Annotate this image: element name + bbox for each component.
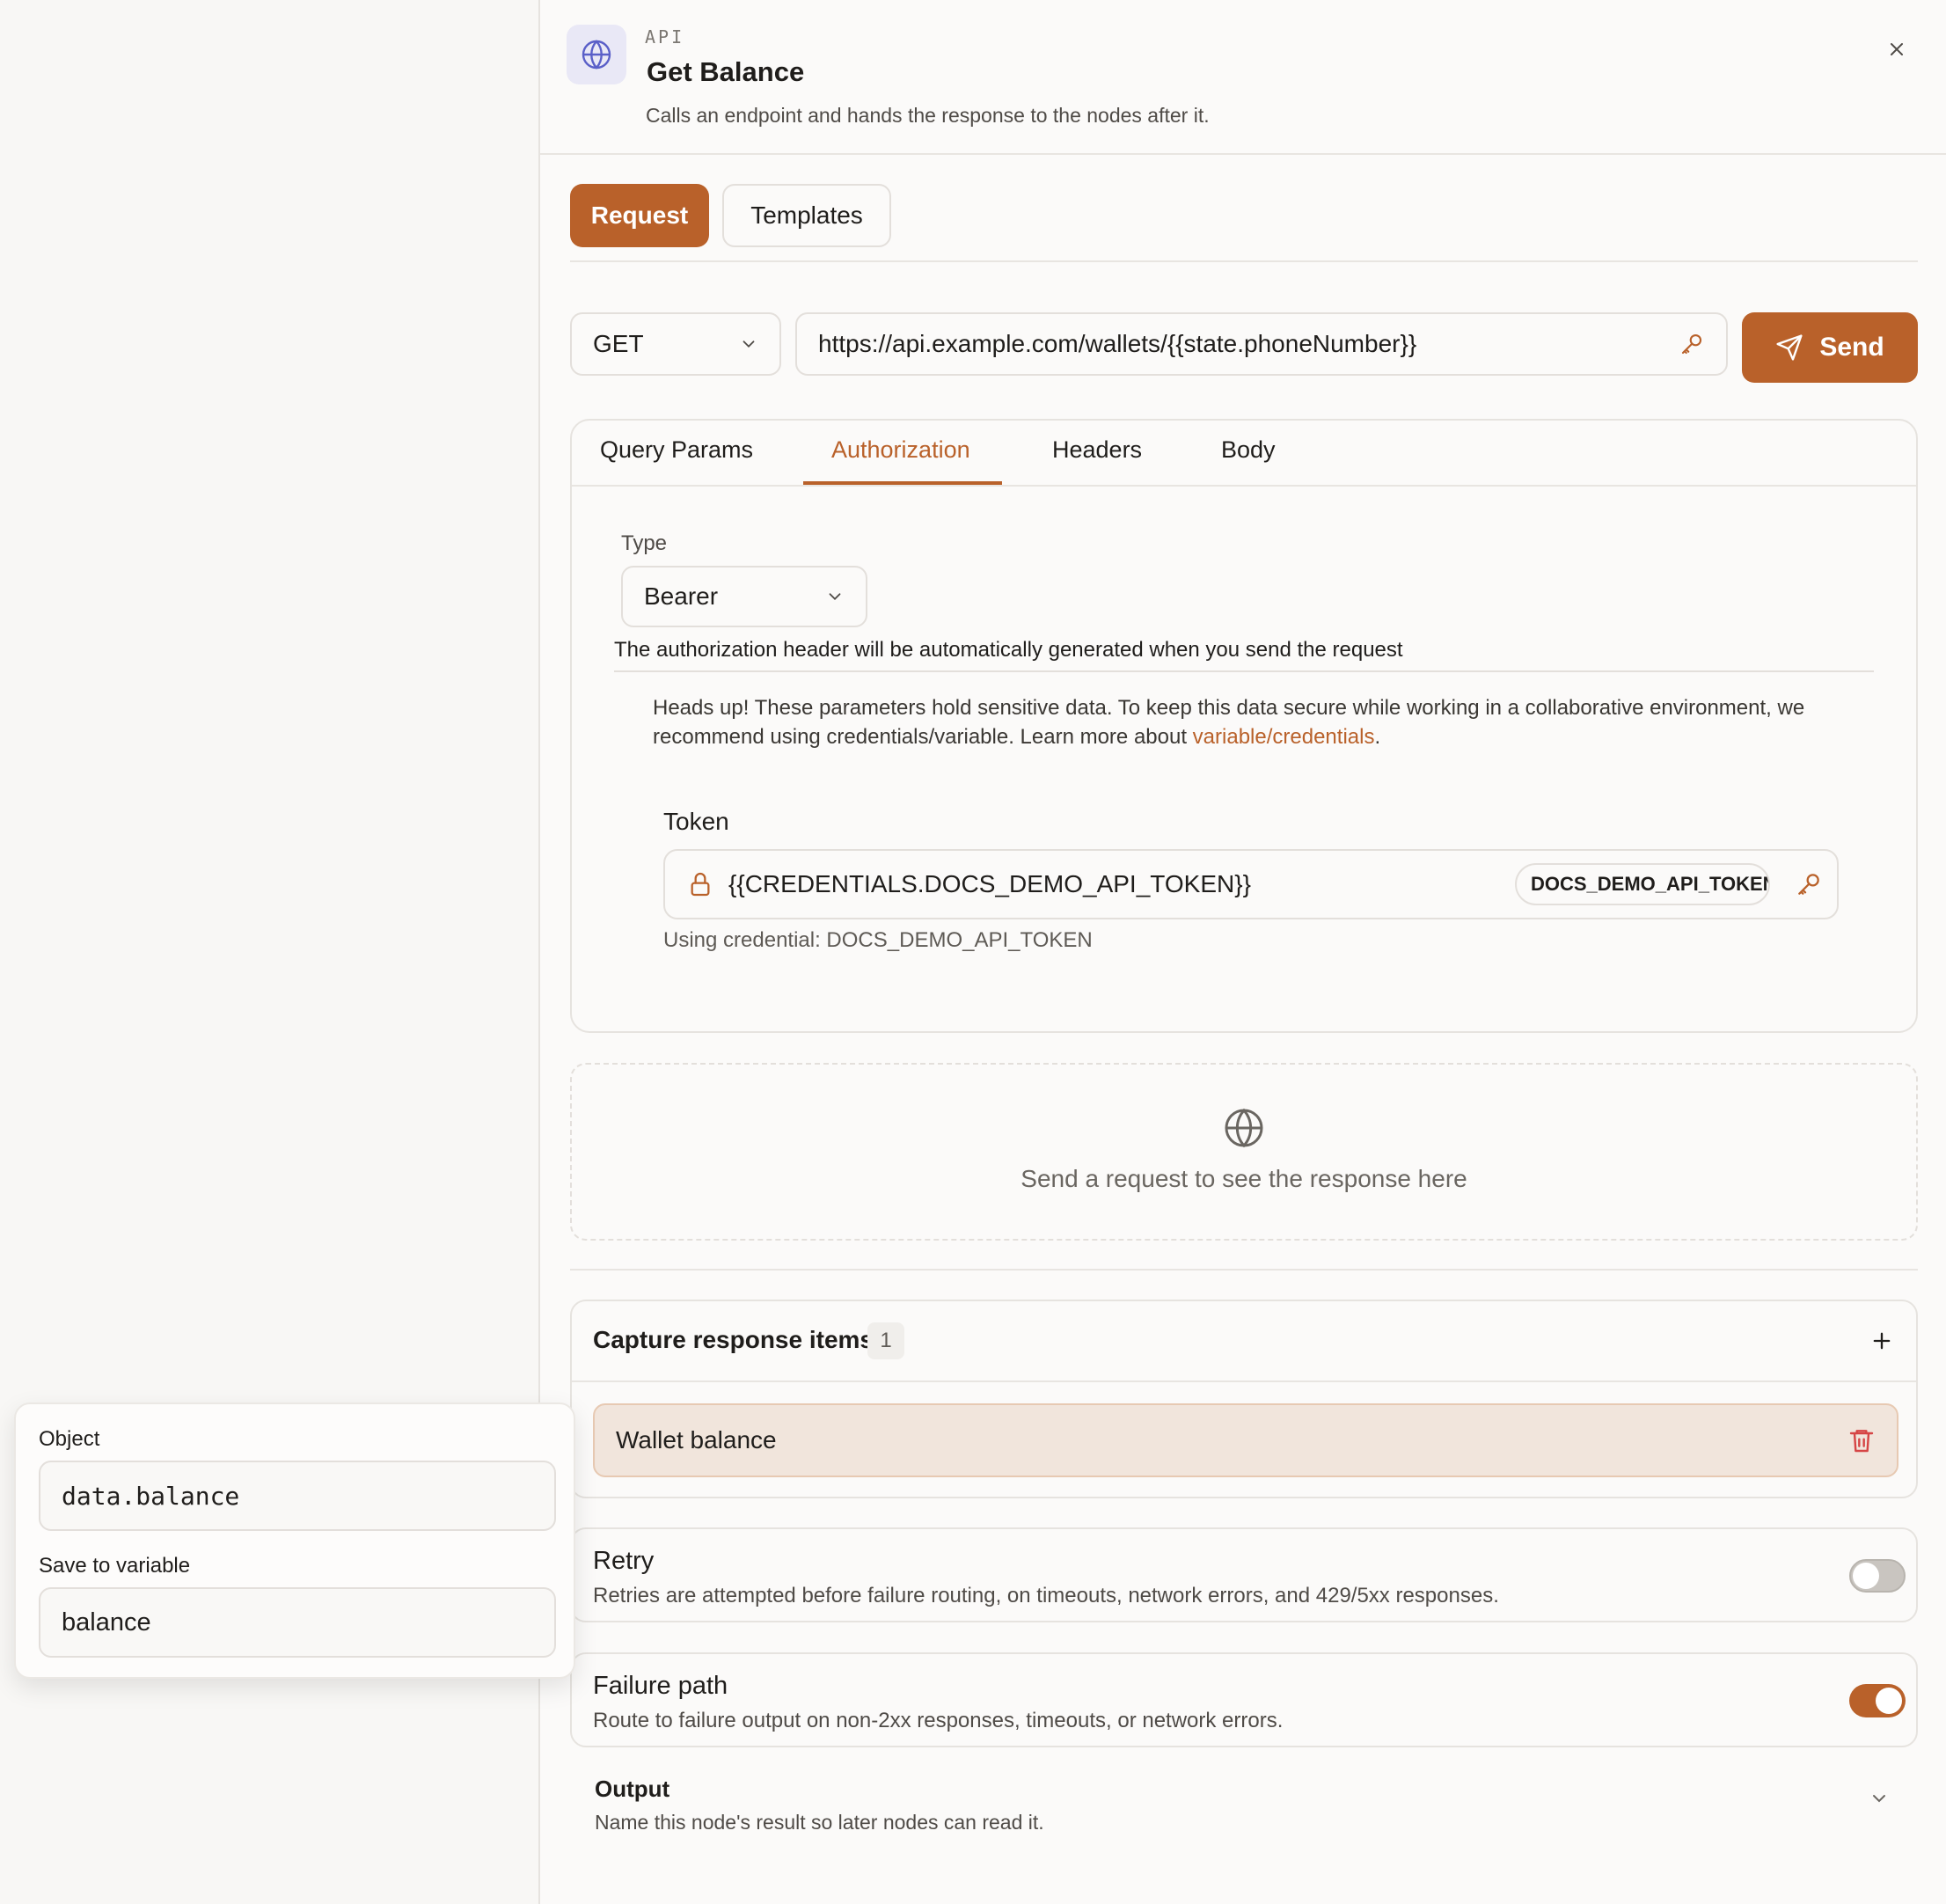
capture-item-label: Wallet balance <box>616 1426 777 1454</box>
token-input[interactable]: {{CREDENTIALS.DOCS_DEMO_API_TOKEN}} DOCS… <box>663 849 1839 919</box>
tab-authorization[interactable]: Authorization <box>831 436 970 464</box>
auth-note: The authorization header will be automat… <box>614 638 1403 662</box>
url-value: https://api.example.com/wallets/{{state.… <box>818 330 1417 357</box>
tab-headers[interactable]: Headers <box>1052 436 1142 464</box>
failure-path-toggle[interactable] <box>1849 1684 1906 1717</box>
failure-path-section: Failure path Route to failure output on … <box>570 1652 1918 1747</box>
variable-name-value: balance <box>62 1607 151 1637</box>
key-icon[interactable] <box>1795 870 1823 903</box>
response-placeholder: Send a request to see the response here <box>570 1063 1918 1241</box>
variable-name-input[interactable]: balance <box>39 1587 556 1658</box>
auth-divider <box>614 670 1874 672</box>
credential-chip[interactable]: DOCS_DEMO_API_TOKEN <box>1515 863 1770 905</box>
retry-title: Retry <box>593 1547 655 1575</box>
close-icon[interactable] <box>1879 32 1914 67</box>
plus-icon[interactable] <box>1863 1322 1900 1359</box>
tab-templates[interactable]: Templates <box>722 184 891 247</box>
capture-response-section: Capture response items 1 Wallet balance <box>570 1300 1918 1498</box>
api-node-panel: API Get Balance Calls an endpoint and ha… <box>538 0 1946 1904</box>
object-label: Object <box>39 1427 100 1451</box>
credential-chip-label: DOCS_DEMO_API_TOKEN <box>1531 873 1770 895</box>
capture-item[interactable]: Wallet balance <box>593 1403 1898 1477</box>
auth-type-label: Type <box>621 531 668 555</box>
toggle-knob <box>1853 1563 1879 1589</box>
url-input[interactable]: https://api.example.com/wallets/{{state.… <box>795 312 1728 376</box>
token-value: {{CREDENTIALS.DOCS_DEMO_API_TOKEN}} <box>728 870 1251 897</box>
send-label: Send <box>1819 333 1884 362</box>
globe-icon <box>567 25 626 84</box>
tab-query-params[interactable]: Query Params <box>600 436 753 464</box>
tab-body[interactable]: Body <box>1221 436 1276 464</box>
node-description: Calls an endpoint and hands the response… <box>646 104 1210 127</box>
retry-description: Retries are attempted before failure rou… <box>593 1584 1499 1607</box>
failure-description: Route to failure output on non-2xx respo… <box>593 1709 1284 1732</box>
node-title: Get Balance <box>647 56 805 87</box>
capture-count-badge: 1 <box>867 1322 904 1359</box>
tabs-divider <box>570 260 1918 262</box>
subtabs-divider <box>572 485 1916 487</box>
trash-icon[interactable] <box>1847 1426 1876 1459</box>
capture-item-popover: Object data.balance Save to variable bal… <box>14 1402 575 1679</box>
capture-divider <box>572 1380 1916 1382</box>
send-icon <box>1776 334 1803 361</box>
object-path-value: data.balance <box>62 1481 240 1511</box>
failure-title: Failure path <box>593 1672 728 1700</box>
retry-section: Retry Retries are attempted before failu… <box>570 1527 1918 1622</box>
chevron-down-icon <box>829 593 841 601</box>
sensitive-data-notice: Heads up! These parameters hold sensitiv… <box>653 693 1867 751</box>
section-divider <box>570 1269 1918 1271</box>
method-select[interactable]: GET <box>570 312 781 376</box>
capture-title: Capture response items <box>593 1326 874 1353</box>
chevron-down-icon[interactable] <box>1869 1788 1890 1813</box>
save-variable-label: Save to variable <box>39 1554 191 1578</box>
auth-type-value: Bearer <box>644 582 719 610</box>
notice-end: . <box>1374 725 1381 749</box>
chevron-down-icon <box>743 341 755 348</box>
credential-note: Using credential: DOCS_DEMO_API_TOKEN <box>663 928 1093 952</box>
key-icon[interactable] <box>1679 331 1705 357</box>
credentials-link[interactable]: variable/credentials <box>1193 725 1375 749</box>
token-label: Token <box>663 808 729 835</box>
toggle-knob <box>1876 1688 1902 1714</box>
auth-type-select[interactable]: Bearer <box>621 566 867 627</box>
method-value: GET <box>593 330 644 357</box>
object-path-input[interactable]: data.balance <box>39 1461 556 1531</box>
node-kind: API <box>645 26 685 48</box>
globe-icon <box>1223 1107 1265 1153</box>
response-empty-text: Send a request to see the response here <box>1021 1165 1467 1192</box>
output-description: Name this node's result so later nodes c… <box>595 1811 1044 1834</box>
output-title: Output <box>595 1776 670 1802</box>
lock-icon <box>686 870 714 903</box>
send-button[interactable]: Send <box>1742 312 1918 383</box>
retry-toggle[interactable] <box>1849 1559 1906 1593</box>
header-divider <box>540 153 1946 155</box>
tab-request[interactable]: Request <box>570 184 709 247</box>
